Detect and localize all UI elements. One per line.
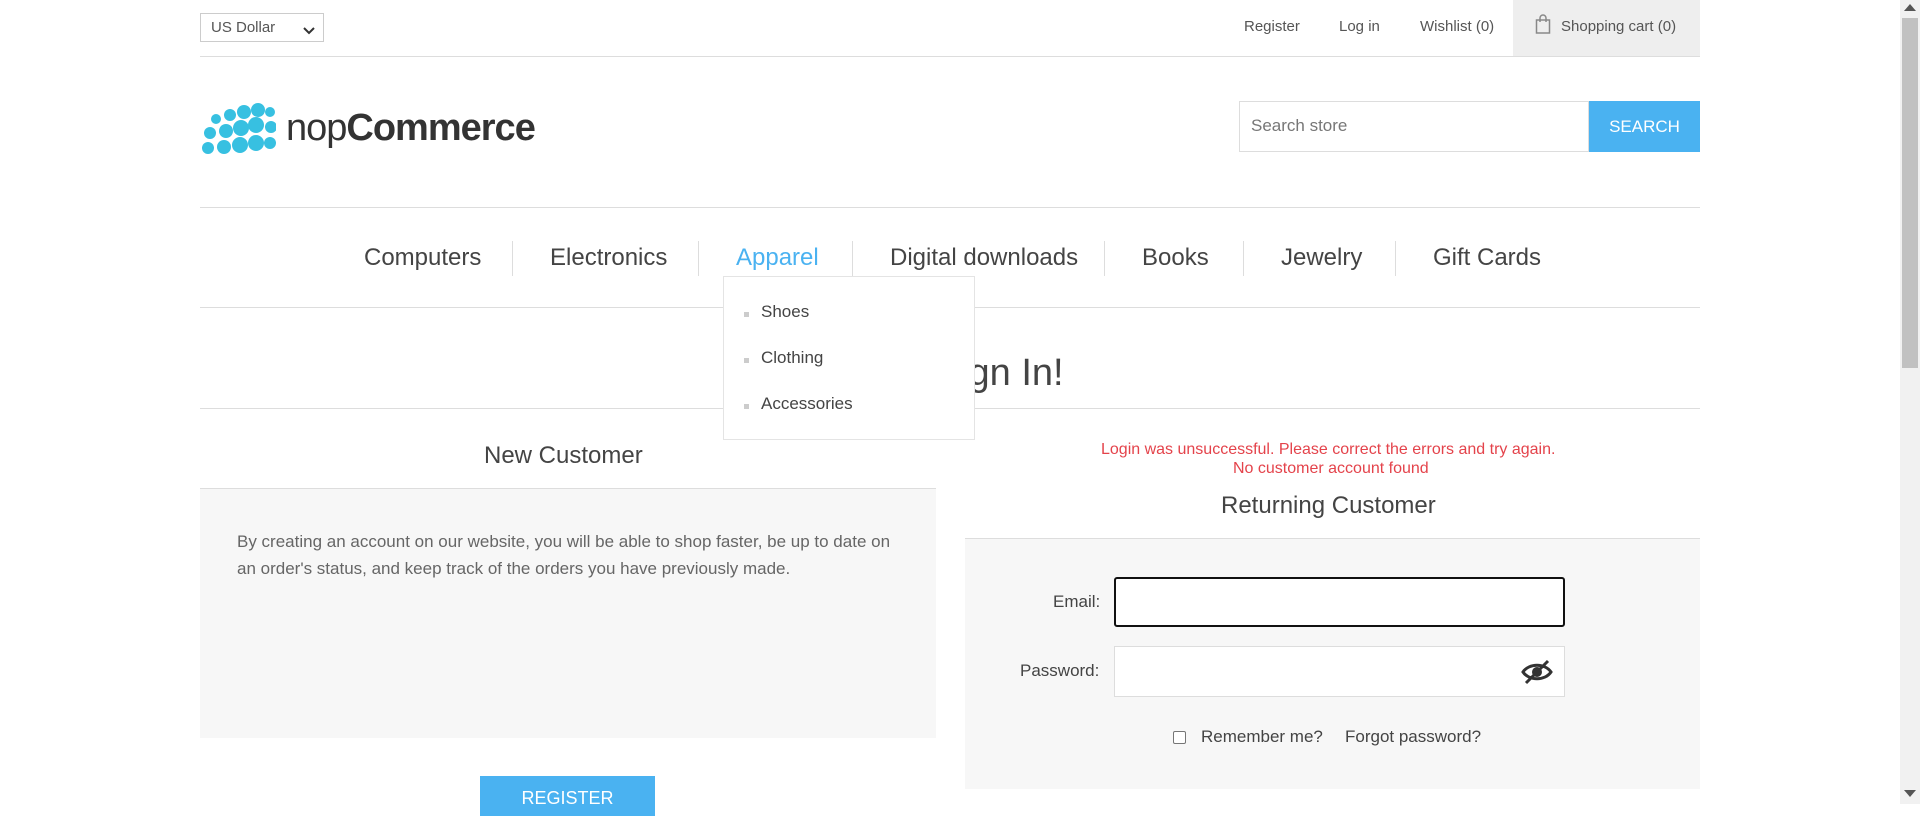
login-error-detail: No customer account found [1233,460,1429,477]
register-button[interactable]: REGISTER [480,776,655,816]
chevron-down-icon [303,22,315,39]
scroll-up-icon[interactable] [1904,4,1916,11]
remember-me-label[interactable]: Remember me? [1201,727,1323,747]
nav-separator [1395,241,1396,276]
login-error-message: Login was unsuccessful. Please correct t… [1101,441,1556,458]
site-logo[interactable]: nopCommerce [200,103,536,164]
password-field[interactable] [1114,646,1565,697]
bullet-icon [744,358,749,363]
shopping-cart-link[interactable]: Shopping cart (0) [1513,0,1700,56]
nav-divider-top [200,207,1700,208]
nav-item-books[interactable]: Books [1142,244,1209,272]
scrollbar-thumb[interactable] [1902,18,1918,368]
dropdown-item-clothing[interactable]: Clothing [761,348,823,368]
new-customer-text: By creating an account on our website, y… [237,532,891,578]
nav-separator [1104,241,1105,276]
new-customer-panel [200,489,936,738]
shopping-cart-label: Shopping cart (0) [1561,18,1677,35]
register-link[interactable]: Register [1244,18,1300,35]
dropdown-item-accessories[interactable]: Accessories [761,394,853,414]
currency-value: US Dollar [211,19,276,36]
bullet-icon [744,312,749,317]
apparel-dropdown-menu: Shoes Clothing Accessories [723,276,975,440]
email-label: Email: [1053,592,1101,611]
nav-item-gift-cards[interactable]: Gift Cards [1433,244,1541,272]
bullet-icon [744,404,749,409]
login-link[interactable]: Log in [1339,18,1380,35]
eye-slash-icon[interactable] [1521,659,1553,685]
currency-select[interactable]: US Dollar [200,13,324,42]
wishlist-link[interactable]: Wishlist (0) [1420,18,1494,35]
nav-item-electronics[interactable]: Electronics [550,244,667,272]
forgot-password-link[interactable]: Forgot password? [1345,727,1481,747]
nav-separator [698,241,699,276]
logo-text: nopCommerce [286,107,536,149]
nav-item-computers[interactable]: Computers [364,244,481,272]
nav-separator [852,241,853,276]
nav-item-digital-downloads[interactable]: Digital downloads [890,244,1078,272]
new-customer-title: New Customer [484,442,643,469]
nav-item-jewelry[interactable]: Jewelry [1281,244,1362,272]
scroll-down-icon[interactable] [1904,790,1916,797]
remember-me-checkbox[interactable] [1173,731,1186,744]
nav-separator [512,241,513,276]
header-divider [200,56,1700,57]
email-field[interactable] [1114,577,1565,627]
nav-separator [1243,241,1244,276]
dropdown-item-shoes[interactable]: Shoes [761,302,809,322]
logo-dots-icon [202,103,277,154]
search-button[interactable]: SEARCH [1589,101,1700,152]
returning-customer-title: Returning Customer [1221,492,1436,519]
password-label: Password: [1020,661,1100,680]
shopping-bag-icon [1535,14,1551,39]
nav-item-apparel[interactable]: Apparel [736,244,819,272]
search-input[interactable]: Search store [1239,101,1589,152]
